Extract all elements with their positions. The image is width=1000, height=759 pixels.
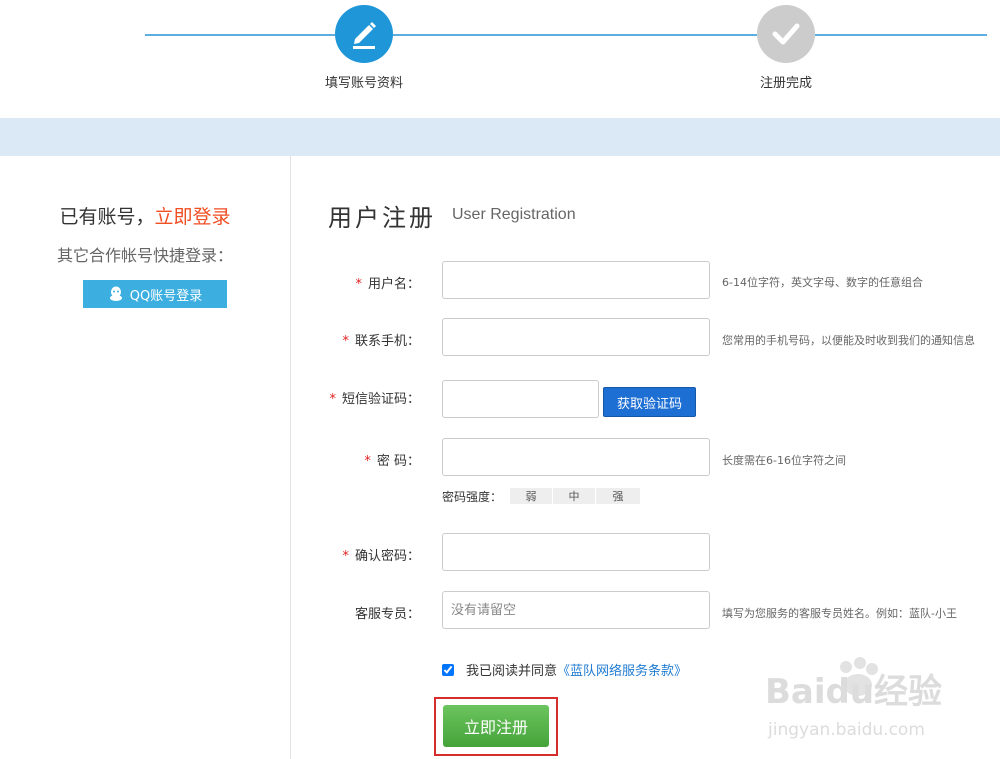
password-hint: 长度需在6-16位字符之间 xyxy=(722,454,846,467)
password-input[interactable] xyxy=(442,438,710,476)
qq-login-label: QQ账号登录 xyxy=(129,288,203,304)
service-rep-label: 客服专员： xyxy=(354,607,420,622)
form-subtitle: User Registration xyxy=(452,206,576,223)
progress-steps: 填写账号资料 注册完成 xyxy=(0,0,1000,118)
watermark-url: jingyan.baidu.com xyxy=(767,720,925,740)
progress-line xyxy=(815,34,987,36)
confirm-password-label: * 确认密码： xyxy=(342,549,420,564)
confirm-password-input[interactable] xyxy=(442,533,710,571)
agree-row: 我已阅读并同意 《蓝队网络服务条款》 xyxy=(442,660,687,679)
qq-login-button[interactable]: QQ账号登录 xyxy=(83,280,227,308)
edit-icon xyxy=(353,22,376,49)
partner-login-label: 其它合作帐号快捷登录： xyxy=(56,246,233,265)
progress-line xyxy=(145,34,335,36)
password-strength-label: 密码强度： xyxy=(442,490,503,504)
qq-icon xyxy=(109,286,122,301)
phone-hint: 您常用的手机号码，以便能及时收到我们的通知信息 xyxy=(722,334,975,347)
agree-checkbox[interactable] xyxy=(442,663,454,676)
get-sms-code-button[interactable]: 获取验证码 xyxy=(603,387,696,417)
strength-medium: 中 xyxy=(553,488,595,504)
baidu-watermark: Baidu经验 jingyan.baidu.com xyxy=(765,657,942,740)
sms-code-input[interactable] xyxy=(442,380,599,418)
step-1-label: 填写账号资料 xyxy=(324,76,403,91)
have-account-text: 已有账号，立即登录 xyxy=(0,202,290,229)
progress-line xyxy=(393,34,757,36)
phone-input[interactable] xyxy=(442,318,710,356)
form-title: 用户注册 xyxy=(328,204,436,232)
step-1-circle xyxy=(335,5,393,63)
terms-link[interactable]: 《蓝队网络服务条款》 xyxy=(557,660,687,679)
login-link[interactable]: 立即登录 xyxy=(155,206,231,228)
username-hint: 6-14位字符，英文字母、数字的任意组合 xyxy=(722,276,923,289)
have-account-label: 已有账号， xyxy=(59,206,155,228)
step-2-circle xyxy=(757,5,815,63)
watermark-brand: Baidu经验 xyxy=(765,672,942,712)
password-label: * 密 码： xyxy=(364,454,420,469)
strength-weak: 弱 xyxy=(510,488,552,504)
banner xyxy=(0,118,1000,156)
check-icon xyxy=(772,23,800,45)
phone-label: * 联系手机： xyxy=(342,334,420,349)
service-rep-input[interactable] xyxy=(442,591,710,629)
agree-text: 我已阅读并同意 xyxy=(466,664,558,679)
strength-strong: 强 xyxy=(596,488,640,504)
sms-code-label: * 短信验证码： xyxy=(329,392,420,407)
step-2-label: 注册完成 xyxy=(759,76,812,91)
register-submit-button[interactable]: 立即注册 xyxy=(443,705,549,747)
username-label: * 用户名： xyxy=(355,277,420,292)
service-rep-hint: 填写为您服务的客服专员姓名。例如：蓝队-小王 xyxy=(722,607,957,620)
username-input[interactable] xyxy=(442,261,710,299)
